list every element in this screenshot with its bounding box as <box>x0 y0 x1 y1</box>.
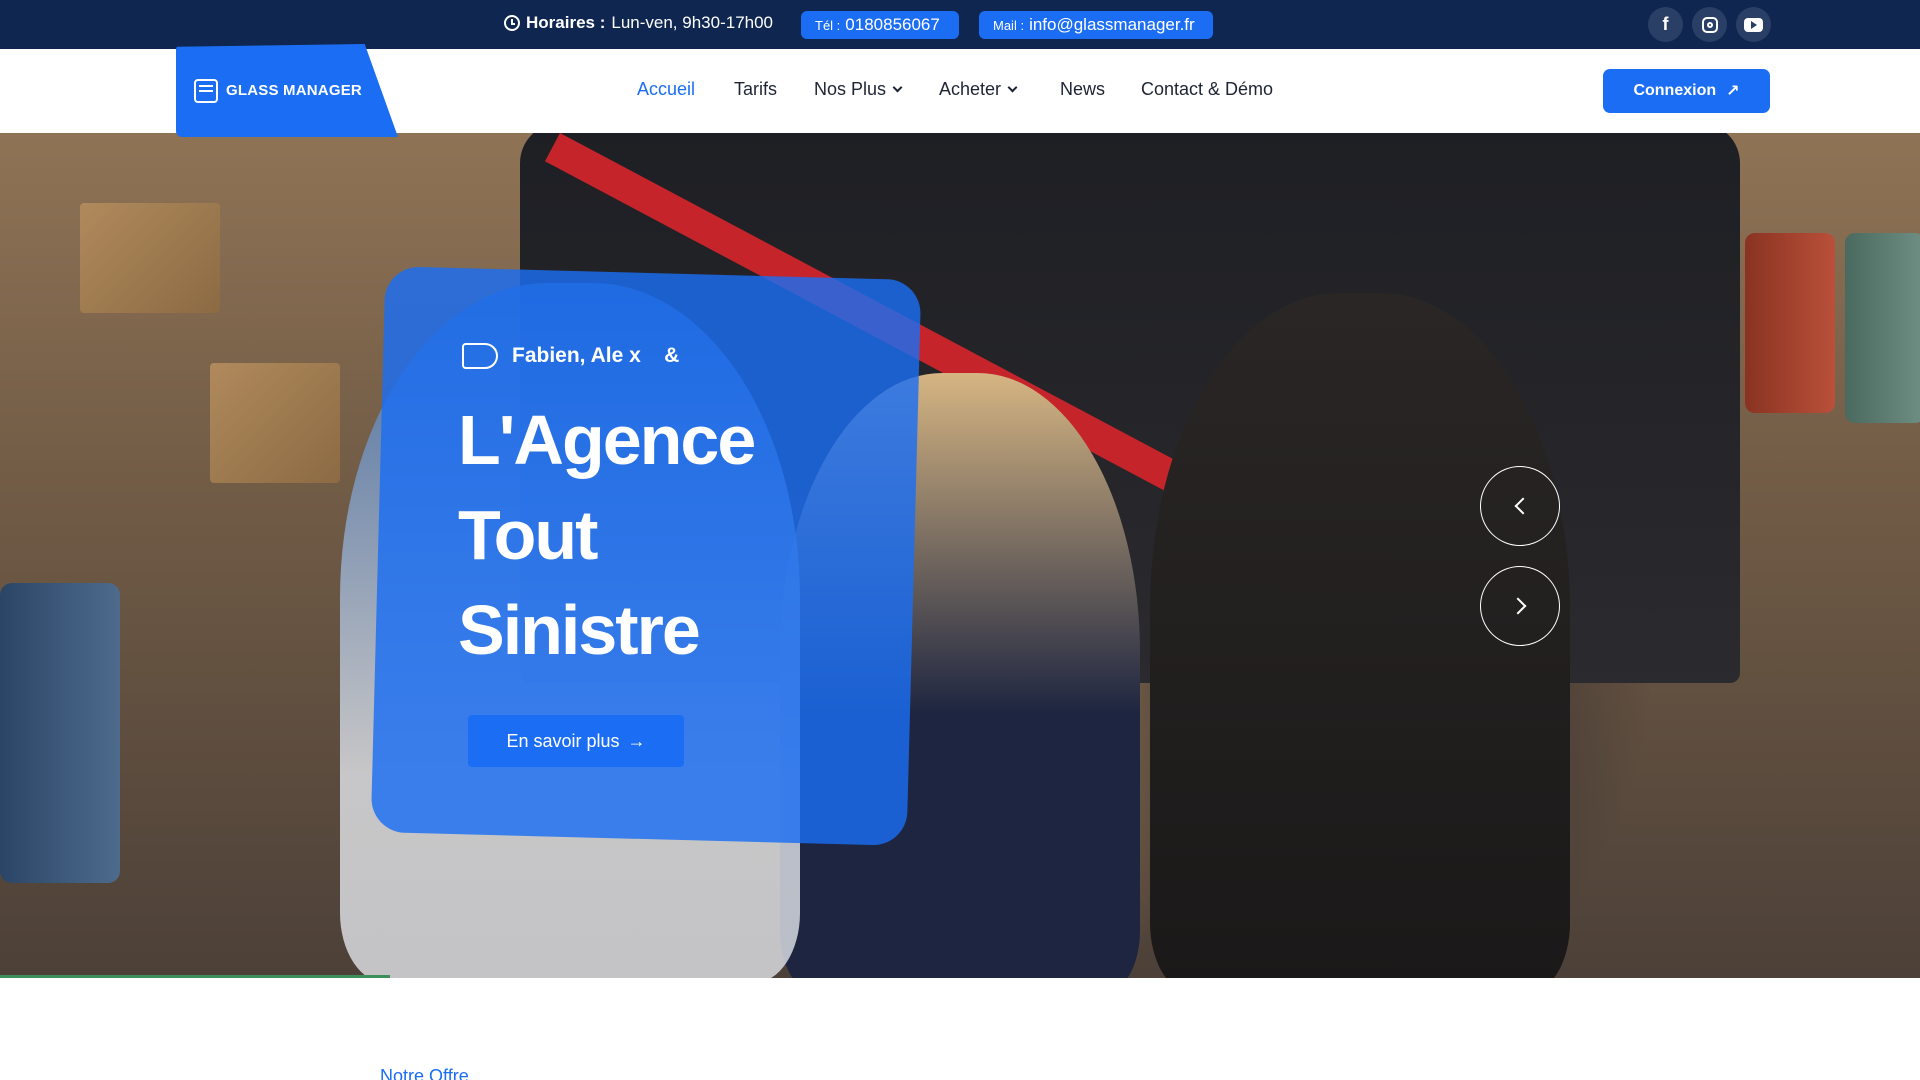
chevron-down-icon <box>1007 82 1018 93</box>
phone-label: Tél : <box>815 17 841 33</box>
hero-slider: Fabien, Ale x & L'Agence Tout Sinistre E… <box>0 133 1920 978</box>
top-bar: Horaires : Lun-ven, 9h30-17h00 Tél : 018… <box>0 0 1920 49</box>
login-button[interactable]: Connexion ↗ <box>1603 69 1770 113</box>
logo-icon <box>194 78 218 103</box>
email-label: Mail : <box>993 17 1025 33</box>
nav-label: Nos Plus <box>814 79 887 99</box>
logo-text: GLASS MANAGER <box>226 82 362 99</box>
hero-title-line: L'Agence <box>458 401 756 479</box>
barrel-illustration <box>1845 233 1920 423</box>
site-logo[interactable]: GLASS MANAGER <box>176 44 398 137</box>
slider-progress-bar <box>0 975 390 978</box>
hero-title: L'Agence Tout Sinistre <box>458 393 898 678</box>
nav-item-acheter[interactable]: Acheter <box>939 79 1018 100</box>
nav-item-tarifs[interactable]: Tarifs <box>734 79 777 100</box>
phone-number[interactable]: 0180856067 <box>845 15 940 35</box>
nav-item-nos-plus[interactable]: Nos Plus <box>814 79 903 100</box>
barrel-illustration <box>0 583 120 883</box>
hero-title-line: Sinistre <box>458 591 701 669</box>
nav-item-accueil[interactable]: Accueil <box>637 79 695 100</box>
hero-title-line: Tout <box>458 496 598 574</box>
section-label: Notre Offre <box>380 1066 469 1080</box>
hero-kicker-text: Fabien, Ale x & <box>512 344 680 367</box>
nav-label: News <box>1060 79 1106 99</box>
youtube-icon[interactable] <box>1736 7 1771 42</box>
crate-illustration <box>210 363 340 483</box>
nav-label: Acheter <box>939 79 1002 99</box>
chevron-left-icon <box>1514 497 1531 515</box>
chevron-right-icon <box>1509 597 1526 615</box>
instagram-icon[interactable] <box>1692 7 1727 42</box>
email-address[interactable]: info@glassmanager.fr <box>1029 15 1195 35</box>
arrow-up-right-icon: ↗ <box>1726 83 1740 100</box>
hours-label: Horaires : <box>526 13 606 32</box>
slider-prev-button[interactable] <box>1480 466 1560 546</box>
email-pill[interactable]: Mail : info@glassmanager.fr <box>979 11 1213 39</box>
chevron-down-icon <box>892 82 903 93</box>
nav-label: Contact & Démo <box>1141 79 1274 99</box>
arrow-right-icon: → <box>627 730 646 751</box>
nav-item-contact[interactable]: Contact & Démo <box>1141 79 1273 100</box>
barrel-illustration <box>1745 233 1835 413</box>
opening-hours: Horaires : Lun-ven, 9h30-17h00 <box>504 13 773 33</box>
learn-more-label: En savoir plus <box>506 730 620 751</box>
learn-more-button[interactable]: En savoir plus → <box>468 715 684 767</box>
crate-illustration <box>80 203 220 313</box>
nav-item-news[interactable]: News <box>1060 79 1105 100</box>
instagram-glyph <box>1701 16 1718 33</box>
hand-pointing-icon <box>462 343 498 369</box>
facebook-icon[interactable]: f <box>1648 7 1683 42</box>
slider-next-button[interactable] <box>1480 566 1560 646</box>
nav-label: Tarifs <box>734 79 778 99</box>
phone-pill[interactable]: Tél : 0180856067 <box>801 11 959 39</box>
nav-label: Accueil <box>637 79 696 99</box>
login-label: Connexion <box>1633 82 1717 99</box>
hero-kicker: Fabien, Ale x & <box>462 343 679 369</box>
clock-icon <box>504 15 520 31</box>
youtube-glyph <box>1744 17 1763 32</box>
hours-value: Lun-ven, 9h30-17h00 <box>611 13 774 32</box>
